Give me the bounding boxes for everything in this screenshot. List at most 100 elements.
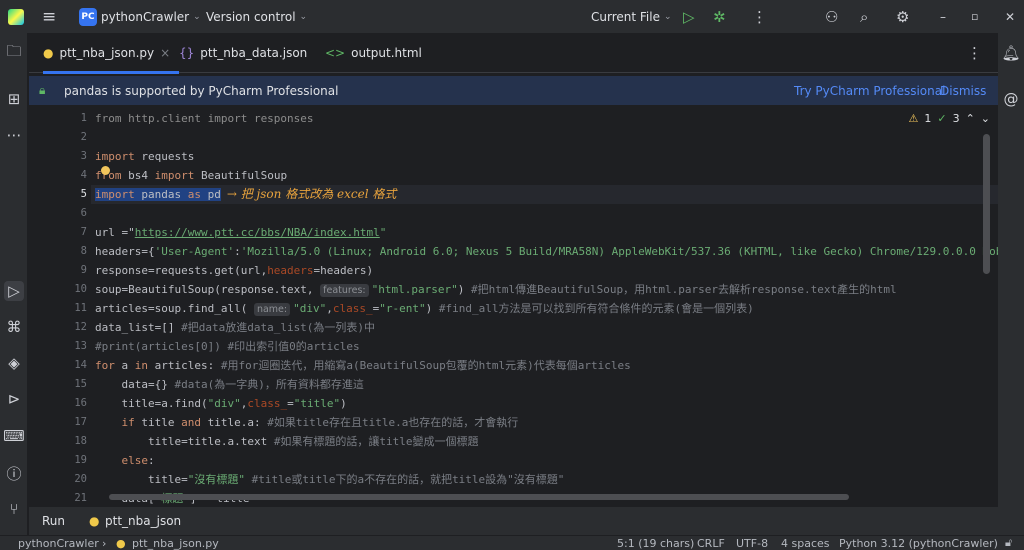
code-line[interactable]: title=a.find("div",class_="title") [95, 394, 346, 413]
close-tab-icon[interactable]: × [160, 46, 170, 60]
vcs-selector[interactable]: Version control ⌄ [206, 10, 307, 24]
horizontal-scrollbar[interactable] [109, 494, 849, 500]
editor-tabs: ● ptt_nba_json.py × {} ptt_nba_data.json… [29, 33, 998, 74]
folder-icon[interactable]: 🗀 [4, 42, 24, 63]
run-config-tab[interactable]: ptt_nba_json [105, 514, 181, 528]
vertical-scrollbar[interactable] [983, 134, 990, 274]
code-token: "div" [207, 397, 241, 410]
code-line[interactable]: headers={'User-Agent':'Mozilla/5.0 (Linu… [95, 242, 998, 261]
notification-banner: 🔒︎ pandas is supported by PyCharm Profes… [29, 76, 998, 105]
line-number: 16 [74, 397, 87, 409]
code-line[interactable]: else: [95, 451, 155, 470]
file-encoding[interactable]: UTF-8 [736, 537, 768, 550]
services-icon[interactable]: ⊳ [4, 389, 24, 409]
intention-bulb-icon[interactable] [101, 166, 110, 175]
terminal-icon[interactable]: ⌨ [3, 426, 25, 446]
code-token: headers [267, 264, 314, 277]
python-interpreter[interactable]: Python 3.12 (pythonCrawler) [839, 537, 998, 550]
code-line[interactable]: title="沒有標題" #title或title下的a不存在的話，就把titl… [95, 470, 564, 489]
tab-ptt-nba-json-py[interactable]: ● ptt_nba_json.py × [43, 33, 179, 74]
code-token: " [379, 226, 387, 239]
code-line[interactable]: data_list=[] #把data放進data_list(為一列表)中 [95, 318, 375, 337]
code-line[interactable]: soup=BeautifulSoup(response.text, featur… [95, 280, 897, 299]
ai-assistant-icon[interactable]: @ [1001, 89, 1021, 109]
line-number: 8 [80, 245, 87, 257]
chevron-down-icon: ⌄ [663, 11, 672, 22]
restore-icon[interactable]: ▫ [971, 10, 978, 23]
tab-label: ptt_nba_data.json [200, 46, 308, 60]
status-bar: pythonCrawler › ● ptt_nba_json.py 5:1 (1… [0, 535, 1024, 550]
code-line[interactable]: response=requests.get(url,headers=header… [95, 261, 373, 280]
line-number: 12 [74, 321, 87, 333]
project-name: pythonCrawler [101, 9, 190, 24]
code-line[interactable]: from http.client import responses [95, 109, 314, 128]
hamburger-menu-icon[interactable]: ≡ [42, 7, 56, 27]
tab-ptt-nba-data-json[interactable]: {} ptt_nba_data.json [179, 33, 307, 73]
structure-icon[interactable]: ⊞ [4, 89, 24, 109]
run-config-selector[interactable]: Current File ⌄ [591, 10, 672, 24]
chevron-down-icon[interactable]: ⌄ [981, 112, 990, 125]
python-file-icon: ● [43, 46, 54, 60]
run-icon[interactable]: ▷ [683, 8, 695, 26]
code-token: class_ [332, 302, 373, 315]
chevron-up-icon[interactable]: ⌃ [966, 112, 975, 125]
tab-output-html[interactable]: <> output.html [325, 33, 422, 73]
dismiss-link[interactable]: Dismiss [940, 84, 986, 98]
code-token: features: [320, 284, 369, 297]
code-token: a [114, 359, 135, 372]
code-line[interactable]: data={} #data(為一字典)，所有資料都存進這 [95, 375, 363, 394]
lock-icon[interactable]: 🔓︎ [1005, 536, 1012, 550]
packages-icon[interactable]: ◈ [4, 353, 24, 373]
code-token: "html.parser" [371, 283, 458, 296]
more-tools-icon[interactable]: ⋯ [4, 125, 24, 145]
run-tab[interactable]: Run [42, 514, 65, 528]
handwritten-annotation: → 把 json 格式改為 excel 格式 [226, 187, 397, 201]
code-token: from http.client import responses [95, 112, 314, 125]
run-tool-window-bar: Run ● ptt_nba_json [29, 506, 998, 535]
close-icon[interactable]: ✕ [1005, 10, 1015, 24]
run-tool-icon[interactable]: ▷ [4, 281, 24, 301]
code-line[interactable]: import requests [95, 147, 194, 166]
code-token: "div" [293, 302, 327, 315]
pycharm-logo-icon [8, 8, 24, 25]
line-number: 15 [74, 378, 87, 390]
code-line[interactable]: #print(articles[0]) #印出索引值0的articles [95, 337, 360, 356]
code-token: articles: [148, 359, 221, 372]
code-line[interactable]: url ="https://www.ptt.cc/bbs/NBA/index.h… [95, 223, 386, 242]
code-line[interactable]: from bs4 import BeautifulSoup [95, 166, 287, 185]
breadcrumb-file[interactable]: ptt_nba_json.py [132, 537, 219, 550]
warning-icon: ⚠ [908, 112, 919, 125]
code-line[interactable]: for a in articles: #用for迴圈迭代，用縮寫a(Beauti… [95, 356, 631, 375]
git-icon[interactable]: ⑂ [4, 499, 24, 519]
code-editor[interactable]: 1 2 3 4 5 6 7 8 9 10 11 12 13 14 15 16 17 18 19 20 21 from h… [29, 106, 998, 504]
line-number: 9 [80, 264, 87, 276]
problems-icon[interactable]: ⓘ [4, 463, 24, 483]
breadcrumb-project[interactable]: pythonCrawler [18, 537, 99, 550]
code-token: class_ [247, 397, 288, 410]
code-line[interactable]: articles=soup.find_all( name: "div",class… [95, 299, 754, 318]
try-professional-link[interactable]: Try PyCharm Professional [794, 84, 945, 98]
inspection-widget[interactable]: ⚠ 1 ✓ 3 ⌃ ⌄ [908, 112, 990, 125]
python-console-icon[interactable]: ⌘ [4, 317, 24, 337]
minimize-icon[interactable]: – [940, 10, 946, 24]
more-icon[interactable]: ⋮ [752, 8, 767, 26]
code-token: 'User-Agent' [154, 245, 235, 258]
add-user-icon[interactable]: ⚇ [825, 8, 838, 26]
tabs-more-icon[interactable]: ⋮ [967, 44, 982, 62]
code-line[interactable]: title=title.a.text #如果有標題的話，讓title變成一個標題 [95, 432, 479, 451]
search-icon[interactable]: ⌕ [860, 8, 868, 26]
line-separator[interactable]: CRLF [697, 537, 725, 550]
indent-setting[interactable]: 4 spaces [781, 537, 830, 550]
caret-position[interactable]: 5:1 (19 chars) [617, 537, 694, 550]
code-token: " [128, 226, 135, 239]
notifications-icon[interactable]: 🔔︎ [1001, 43, 1021, 63]
tab-label: output.html [351, 46, 422, 60]
code-line[interactable]: if title and title.a: #如果title存在且title.a… [95, 413, 519, 432]
project-selector[interactable]: PC pythonCrawler ⌄ [79, 7, 201, 26]
code-line[interactable]: import pandas as pd → 把 json 格式改為 excel 格… [91, 185, 998, 204]
settings-icon[interactable]: ⚙ [896, 8, 909, 26]
debug-icon[interactable]: ✲ [713, 8, 726, 26]
code-token: bs4 [121, 169, 155, 182]
line-number: 19 [74, 454, 87, 466]
